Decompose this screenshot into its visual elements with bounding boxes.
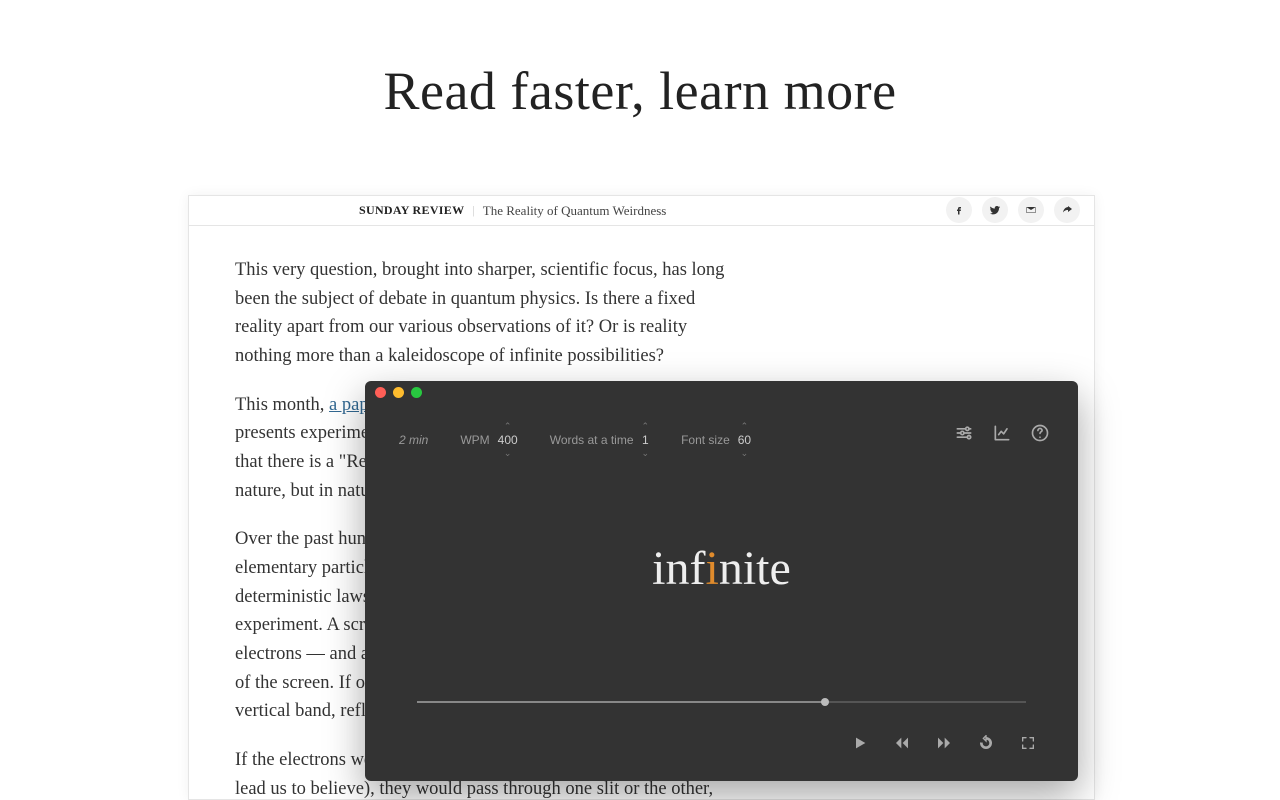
wpm-down-button[interactable]: ⌄ xyxy=(504,448,512,459)
progress-handle[interactable] xyxy=(821,698,829,706)
font-value: 60 xyxy=(738,432,751,448)
font-size-label: Font size xyxy=(681,433,730,447)
font-down-button[interactable]: ⌄ xyxy=(741,448,749,459)
word-pre: inf xyxy=(652,542,705,595)
reader-controls: 2 min WPM ⌃ 400 ⌄ Words at a time ⌃ 1 ⌄ … xyxy=(365,403,1078,459)
help-icon[interactable] xyxy=(1030,423,1050,443)
reader-toolbar xyxy=(954,423,1050,443)
divider: | xyxy=(472,203,474,218)
rewind-button[interactable] xyxy=(894,735,910,751)
words-down-button[interactable]: ⌄ xyxy=(642,448,650,459)
twitter-icon[interactable] xyxy=(982,197,1008,223)
minimize-window-button[interactable] xyxy=(393,387,404,398)
wpm-value: 400 xyxy=(498,432,518,448)
words-up-button[interactable]: ⌃ xyxy=(642,421,650,432)
paragraph: This very question, brought into sharper… xyxy=(235,256,733,371)
font-up-button[interactable]: ⌃ xyxy=(741,421,749,432)
wpm-label: WPM xyxy=(460,433,489,447)
wpm-control: WPM ⌃ 400 ⌄ xyxy=(460,421,517,459)
article-title: The Reality of Quantum Weirdness xyxy=(483,203,667,219)
progress-track[interactable] xyxy=(417,701,1026,703)
word-focus-letter: i xyxy=(706,542,719,595)
text: This month, xyxy=(235,395,329,415)
article-header: SUNDAY REVIEW | The Reality of Quantum W… xyxy=(189,196,1094,226)
reader-word-display: infinite xyxy=(365,541,1078,596)
fullscreen-button[interactable] xyxy=(1020,735,1036,751)
progress-fill xyxy=(417,701,825,703)
settings-icon[interactable] xyxy=(954,423,974,443)
wpm-up-button[interactable]: ⌃ xyxy=(504,421,512,432)
restart-button[interactable] xyxy=(978,735,994,751)
words-value: 1 xyxy=(642,432,649,448)
close-window-button[interactable] xyxy=(375,387,386,398)
maximize-window-button[interactable] xyxy=(411,387,422,398)
words-at-time-control: Words at a time ⌃ 1 ⌄ xyxy=(550,421,649,459)
window-titlebar xyxy=(365,381,1078,403)
article-section-label: SUNDAY REVIEW xyxy=(359,203,464,218)
font-size-control: Font size ⌃ 60 ⌄ xyxy=(681,421,751,459)
chart-icon[interactable] xyxy=(992,423,1012,443)
play-button[interactable] xyxy=(852,735,868,751)
transport-controls xyxy=(852,735,1036,751)
time-estimate: 2 min xyxy=(399,433,428,447)
words-at-time-label: Words at a time xyxy=(550,433,634,447)
share-toolbar xyxy=(946,197,1080,223)
forward-button[interactable] xyxy=(936,735,952,751)
page-headline: Read faster, learn more xyxy=(0,60,1280,122)
share-more-icon[interactable] xyxy=(1054,197,1080,223)
email-icon[interactable] xyxy=(1018,197,1044,223)
facebook-icon[interactable] xyxy=(946,197,972,223)
reader-app-window: 2 min WPM ⌃ 400 ⌄ Words at a time ⌃ 1 ⌄ … xyxy=(365,381,1078,781)
word-post: nite xyxy=(719,542,791,595)
